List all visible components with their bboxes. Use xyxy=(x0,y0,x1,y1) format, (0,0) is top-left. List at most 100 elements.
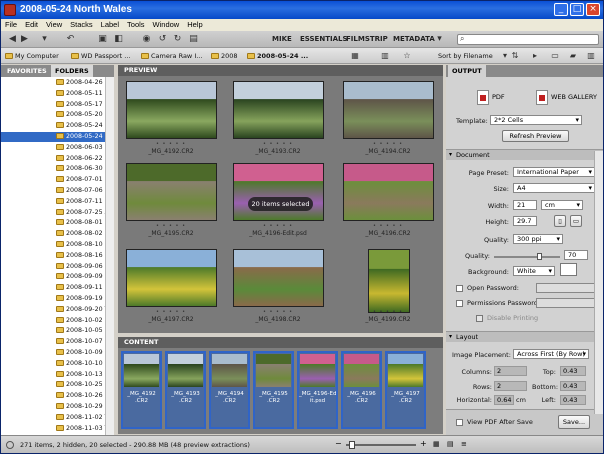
back-icon[interactable]: ◀ xyxy=(7,34,18,44)
bottom-field[interactable]: 0.43 xyxy=(560,381,586,391)
web-gallery-button[interactable]: WEB GALLERY xyxy=(536,85,597,109)
folder-item[interactable]: 2008-04-26 SP... xyxy=(1,78,113,88)
folder-item[interactable]: 2008-06-22 Lec... xyxy=(1,154,113,164)
tab-output[interactable]: OUTPUT xyxy=(448,65,486,77)
grid-view-icon[interactable]: ▦ xyxy=(349,51,361,61)
rating-dots[interactable]: • • • • • xyxy=(343,141,433,147)
disable-printing-checkbox[interactable] xyxy=(476,315,483,322)
quality-slider[interactable] xyxy=(494,253,560,260)
preview-thumbnail[interactable] xyxy=(233,163,324,221)
menu-window[interactable]: Window xyxy=(149,19,184,29)
folder-scrollbar[interactable] xyxy=(105,77,114,435)
folder-item[interactable]: 2008-05-11 Mo... xyxy=(1,89,113,99)
folder-item[interactable]: 2008-05-24 No... xyxy=(1,132,113,142)
tab-folders[interactable]: FOLDERS xyxy=(51,65,93,77)
layout-section-header[interactable]: Layout xyxy=(446,331,603,342)
return-icon[interactable]: ↶ xyxy=(65,34,76,44)
camera-icon[interactable]: ▣ xyxy=(97,34,108,44)
columns-field[interactable]: 2 xyxy=(494,366,527,376)
details-view-icon[interactable]: ▤ xyxy=(447,440,454,448)
open-camera-raw-icon[interactable]: ◉ xyxy=(141,34,152,44)
thumbnail-size-knob[interactable] xyxy=(349,441,355,449)
tab-favorites[interactable]: FAVORITES xyxy=(3,65,51,77)
content-thumbnail[interactable]: _MG_4196-Ed it.psd xyxy=(297,351,338,429)
thumbnail-size-slider[interactable] xyxy=(346,444,416,446)
open-password-field[interactable] xyxy=(536,283,596,293)
unit-select[interactable]: cm xyxy=(541,200,583,210)
rating-dots[interactable]: • • • • • xyxy=(126,141,216,147)
workspace-filmstrip[interactable]: FILMSTRIP xyxy=(346,35,388,43)
path-wd-passport[interactable]: WD Passport ... xyxy=(71,52,130,60)
rating-dots[interactable]: • • • • • xyxy=(126,223,216,229)
content-thumbnail[interactable]: _MG_4192 .CR2 xyxy=(121,351,162,429)
sort-order-icon[interactable]: ⇅ xyxy=(509,51,521,61)
folder-item[interactable]: 2008-11-02 Tre... xyxy=(1,413,113,423)
preview-thumbnail[interactable] xyxy=(233,249,324,307)
close-icon[interactable]: × xyxy=(586,3,600,16)
new-folder-icon[interactable]: ▭ xyxy=(549,51,561,61)
quality2-field[interactable]: 70 xyxy=(564,250,588,260)
preview-thumbnail[interactable] xyxy=(126,81,217,139)
menu-tools[interactable]: Tools xyxy=(123,19,149,29)
folder-item[interactable]: 2008-08-16 Boo... xyxy=(1,251,113,261)
search-input[interactable]: ⌕ xyxy=(457,34,599,45)
folder-item[interactable]: 2008-05-20 Lar... xyxy=(1,110,113,120)
output-scrollbar[interactable] xyxy=(594,151,603,414)
rows-field[interactable]: 2 xyxy=(494,381,527,391)
quality-slider-knob[interactable] xyxy=(537,253,543,260)
recent-folders-icon[interactable]: ▾ xyxy=(39,34,50,44)
zoom-in-icon[interactable]: + xyxy=(420,439,427,448)
folder-item[interactable]: 2008-06-03 xyxy=(1,143,113,153)
folder-item[interactable]: 2008-09-09 Ma... xyxy=(1,272,113,282)
page-preset-select[interactable]: International Paper xyxy=(513,167,595,177)
rating-dots[interactable]: • • • • • xyxy=(343,309,433,315)
content-thumbnail[interactable]: _MG_4195 .CR2 xyxy=(253,351,294,429)
content-thumbnail[interactable]: _MG_4194 .CR2 xyxy=(209,351,250,429)
star-filter-icon[interactable]: ☆ xyxy=(401,51,413,61)
folder-item[interactable]: 2008-08-01 Spe... xyxy=(1,218,113,228)
zoom-out-icon[interactable]: − xyxy=(335,439,342,448)
folder-item[interactable]: 2008-07-25 Ava... xyxy=(1,208,113,218)
background-color-swatch[interactable] xyxy=(560,263,577,276)
menu-help[interactable]: Help xyxy=(183,19,206,29)
background-select[interactable]: White xyxy=(513,266,555,276)
path-camera-raw[interactable]: Camera Raw I... xyxy=(141,52,202,60)
folder-item[interactable]: 2008-10-02 Ma... xyxy=(1,316,113,326)
document-section-header[interactable]: Document xyxy=(446,149,603,160)
preview-thumbnail[interactable] xyxy=(343,81,434,139)
menu-stacks[interactable]: Stacks xyxy=(66,19,97,29)
thumbnail-view-icon[interactable]: ▦ xyxy=(433,440,440,448)
preview-thumbnail[interactable] xyxy=(126,163,217,221)
rating-dots[interactable]: • • • • • xyxy=(233,141,323,147)
path-2008[interactable]: 2008 xyxy=(211,52,238,60)
folder-item[interactable]: 2008-11-03 Tre... xyxy=(1,424,113,434)
workspace-metadata[interactable]: METADATA xyxy=(393,35,435,43)
folder-item[interactable]: 2008-10-05 Ma... xyxy=(1,326,113,336)
folder-item[interactable]: 2008-09-19 Ma... xyxy=(1,294,113,304)
workspace-essentials[interactable]: ESSENTIALS xyxy=(300,35,348,43)
menu-file[interactable]: File xyxy=(1,19,21,29)
content-thumbnail[interactable]: _MG_4193 .CR2 xyxy=(165,351,206,429)
maximize-icon[interactable]: □ xyxy=(570,3,584,16)
folder-item[interactable]: 2008-09-06 Ma... xyxy=(1,262,113,272)
size-select[interactable]: A4 xyxy=(513,183,595,193)
minimize-icon[interactable]: _ xyxy=(554,3,568,16)
quality-select[interactable]: 300 ppi xyxy=(513,234,563,244)
rotate-right-icon[interactable]: ↻ xyxy=(172,34,183,44)
path-current-folder[interactable]: 2008-05-24 ... xyxy=(247,52,308,60)
forward-icon[interactable]: ▶ xyxy=(19,34,30,44)
workspace-menu-icon[interactable]: ▾ xyxy=(434,34,445,44)
menu-edit[interactable]: Edit xyxy=(21,19,42,29)
left-field[interactable]: 0.43 xyxy=(560,395,586,405)
path-my-computer[interactable]: My Computer xyxy=(5,52,59,60)
folder-item[interactable]: 2008-05-24 Ca... xyxy=(1,121,113,131)
recent-files-icon[interactable]: ▸ xyxy=(529,51,541,61)
list-view-icon[interactable]: ≡ xyxy=(461,440,467,448)
permissions-password-checkbox[interactable] xyxy=(456,300,463,307)
view-pdf-checkbox[interactable] xyxy=(456,419,463,426)
folder-item[interactable]: 2008-10-26 Ore... xyxy=(1,391,113,401)
folder-item[interactable]: 2008-10-09 Sku... xyxy=(1,348,113,358)
folder-item[interactable]: 2008-10-25 Pa... xyxy=(1,380,113,390)
width-field[interactable]: 21 xyxy=(513,200,537,210)
save-button[interactable]: Save... xyxy=(558,415,590,429)
